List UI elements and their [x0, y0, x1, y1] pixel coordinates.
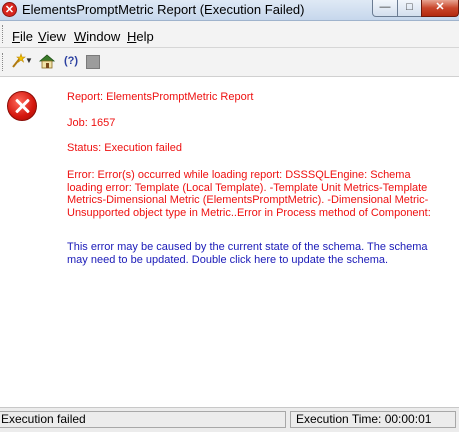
job-line: Job: 1657: [67, 117, 116, 129]
menu-bar: File View Window Help: [0, 21, 459, 48]
dropdown-arrow-icon[interactable]: ▼: [25, 53, 33, 69]
title-bar: ✕ ElementsPromptMetric Report (Execution…: [0, 0, 459, 21]
minimize-button[interactable]: —: [372, 0, 398, 17]
help-icon[interactable]: (?): [60, 53, 82, 69]
wand-icon[interactable]: [10, 53, 26, 69]
menubar-grip[interactable]: [2, 25, 5, 43]
home-icon[interactable]: [38, 53, 56, 69]
menu-view[interactable]: View: [38, 29, 66, 44]
status-bar: Execution failed Execution Time: 00:00:0…: [0, 407, 459, 432]
menu-window[interactable]: Window: [74, 29, 120, 44]
status-line: Status: Execution failed: [67, 142, 182, 154]
report-content: Report: ElementsPromptMetric Report Job:…: [0, 77, 459, 407]
report-name-line: Report: ElementsPromptMetric Report: [67, 91, 254, 103]
menu-file[interactable]: File: [12, 29, 33, 44]
toolbar-grip[interactable]: [2, 53, 5, 71]
maximize-button[interactable]: □: [397, 0, 422, 17]
stop-icon[interactable]: [86, 55, 100, 69]
menu-help[interactable]: Help: [127, 29, 154, 44]
status-text: Execution failed: [0, 411, 286, 428]
error-message: Error: Error(s) occurred while loading r…: [67, 169, 431, 219]
close-button[interactable]: ✕: [421, 0, 459, 17]
update-schema-hint[interactable]: This error may be caused by the current …: [67, 241, 445, 267]
execution-time: Execution Time: 00:00:01: [290, 411, 456, 428]
app-error-icon[interactable]: ✕: [2, 2, 17, 17]
error-icon: [7, 91, 37, 121]
toolbar: ▼ (?): [0, 48, 459, 77]
window-title: ElementsPromptMetric Report (Execution F…: [22, 2, 305, 17]
